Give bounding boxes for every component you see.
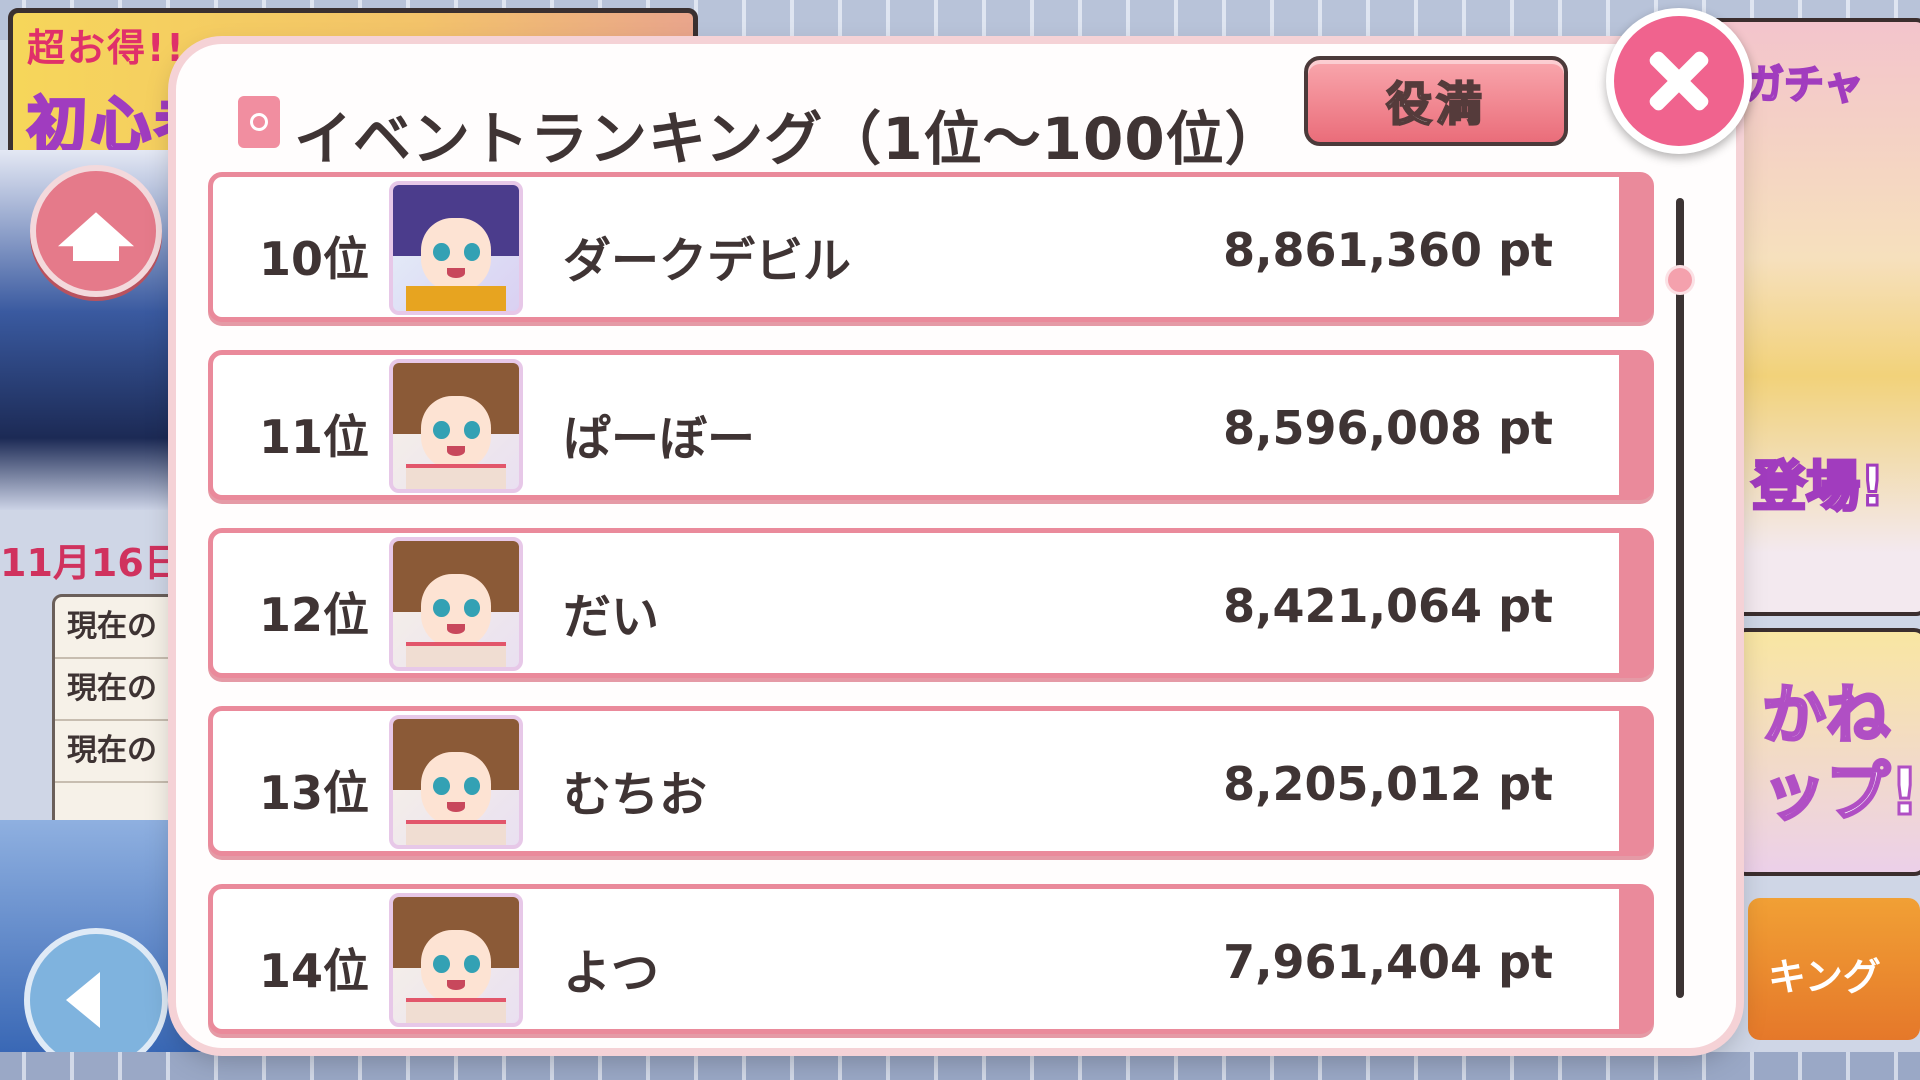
- bottom-pattern-strip: [0, 1052, 1920, 1080]
- rank-label: 13位: [259, 766, 370, 820]
- rank-label: 11位: [259, 410, 370, 464]
- back-arrow-icon: [66, 972, 100, 1028]
- player-avatar[interactable]: [389, 181, 523, 315]
- gacha-banner-subtitle: 登場!: [1751, 454, 1887, 520]
- modal-title: イベントランキング（1位～100位）: [294, 105, 1284, 173]
- ranking-button[interactable]: キング: [1748, 898, 1920, 1040]
- ranking-row[interactable]: 13位 むちお 8,205,012 pt: [208, 706, 1654, 856]
- event-date: 11月16日: [0, 541, 182, 585]
- scrollbar[interactable]: [1668, 198, 1692, 998]
- status-row: 現在の: [55, 721, 195, 783]
- ranking-row[interactable]: 11位 ぱーぼー 8,596,008 pt: [208, 350, 1654, 500]
- ranking-row[interactable]: 10位 ダークデビル 8,861,360 pt: [208, 172, 1654, 322]
- ranking-button-label: キング: [1768, 955, 1881, 999]
- player-name: ぱーぼー: [563, 411, 756, 467]
- gacha-banner-title: ガチャ: [1743, 61, 1865, 109]
- campaign-banner-text: かね ップ!: [1760, 678, 1920, 832]
- player-name: むちお: [563, 767, 708, 823]
- ticket-icon: [238, 96, 280, 148]
- scrollbar-thumb[interactable]: [1668, 268, 1692, 292]
- player-avatar[interactable]: [389, 537, 523, 671]
- player-avatar[interactable]: [389, 893, 523, 1027]
- ranking-row[interactable]: 12位 だい 8,421,064 pt: [208, 528, 1654, 678]
- player-avatar[interactable]: [389, 715, 523, 849]
- ranking-row[interactable]: 14位 よつ 7,961,404 pt: [208, 884, 1654, 1034]
- ranking-list[interactable]: 10位 ダークデビル 8,861,360 pt 11位 ぱーぼー 8,596,008 pt…: [208, 172, 1658, 1048]
- player-points: 8,861,360 pt: [1223, 223, 1553, 277]
- player-name: よつ: [563, 945, 660, 1001]
- campaign-banner[interactable]: かね ップ!: [1732, 628, 1920, 876]
- rank-label: 12位: [259, 588, 370, 642]
- status-row: 現在の: [55, 659, 195, 721]
- player-points: 7,961,404 pt: [1223, 935, 1553, 989]
- rank-label: 14位: [259, 944, 370, 998]
- player-points: 8,596,008 pt: [1223, 401, 1553, 455]
- player-points: 8,421,064 pt: [1223, 579, 1553, 633]
- rank-label: 10位: [259, 232, 370, 286]
- yakuman-button[interactable]: 役満: [1304, 56, 1568, 146]
- player-points: 8,205,012 pt: [1223, 757, 1553, 811]
- home-button[interactable]: [30, 165, 162, 297]
- status-row: 現在の: [55, 597, 195, 659]
- player-avatar[interactable]: [389, 359, 523, 493]
- close-button[interactable]: [1606, 8, 1752, 154]
- back-button[interactable]: [24, 928, 168, 1072]
- beginner-banner-line1: 超お得!!: [27, 26, 186, 70]
- player-name: ダークデビル: [563, 233, 852, 289]
- player-name: だい: [563, 589, 660, 645]
- ranking-modal: イベントランキング（1位～100位） 役満 10位 ダークデビル 8,861,360…: [176, 44, 1736, 1048]
